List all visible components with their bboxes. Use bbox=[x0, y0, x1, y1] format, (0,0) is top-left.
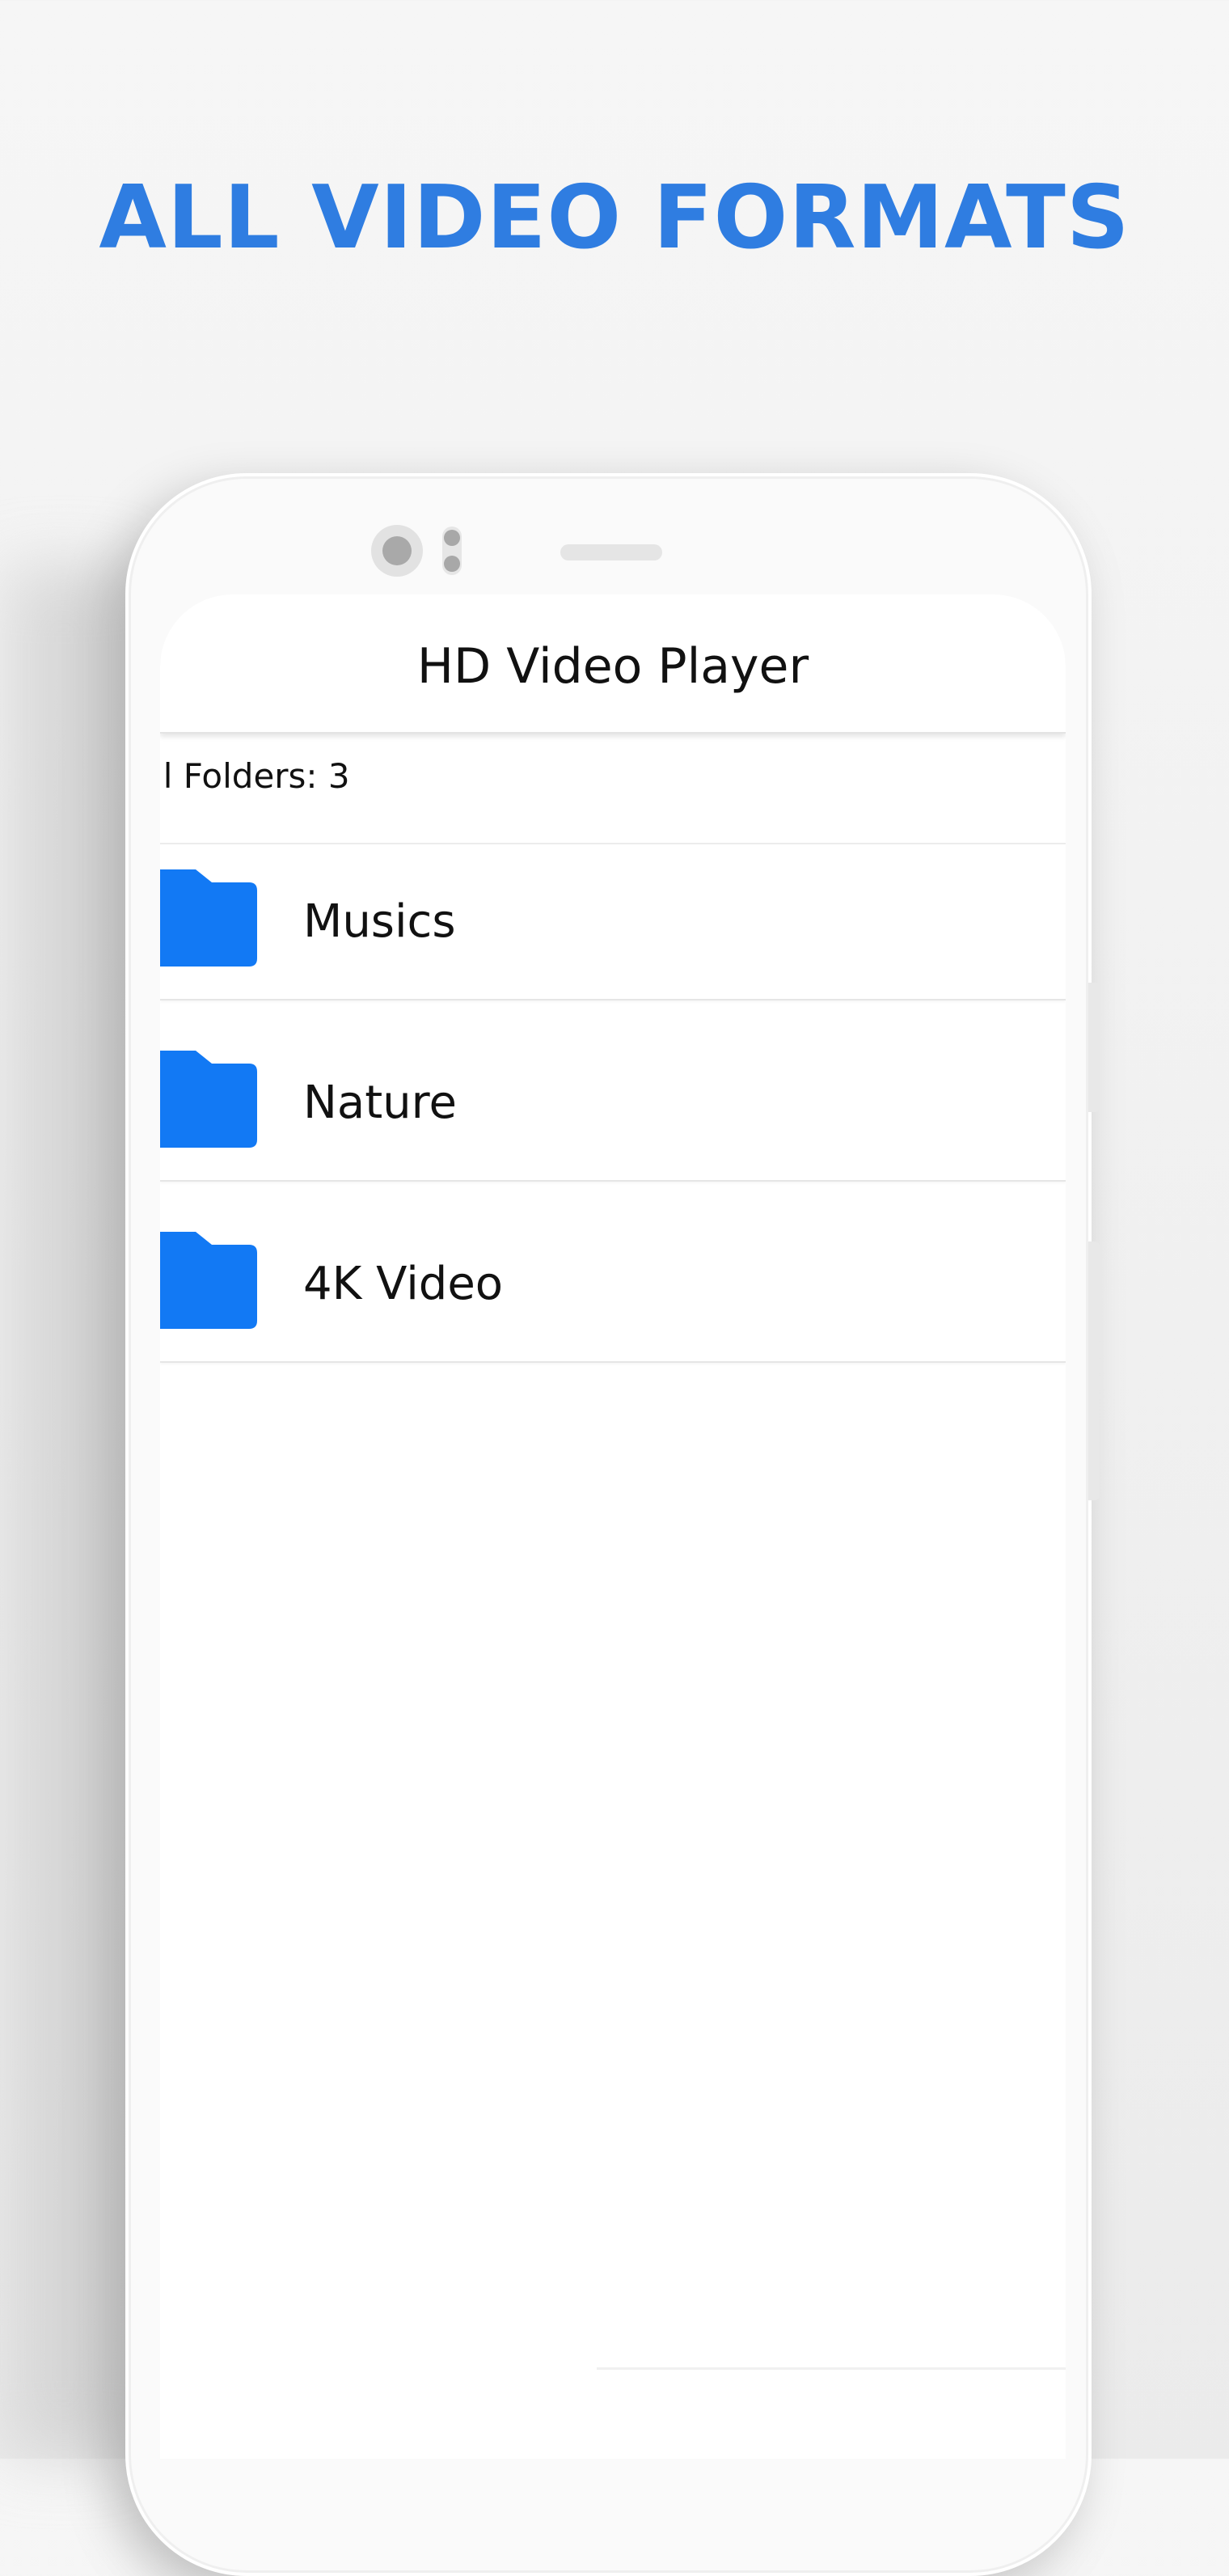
front-camera bbox=[371, 525, 423, 577]
folder-item-musics[interactable]: Musics bbox=[160, 845, 1066, 1000]
app-title: HD Video Player bbox=[416, 638, 809, 695]
bottom-edge-line bbox=[597, 2367, 1066, 2370]
earpiece-speaker bbox=[560, 544, 662, 560]
folder-name: Musics bbox=[303, 895, 456, 948]
proximity-sensor bbox=[442, 527, 462, 575]
folder-name: 4K Video bbox=[303, 1258, 504, 1310]
folder-name: Nature bbox=[303, 1077, 457, 1129]
folder-item-nature[interactable]: Nature bbox=[160, 1026, 1066, 1182]
volume-button bbox=[1088, 983, 1100, 1112]
folder-list: Musics Nature 4K Video bbox=[160, 845, 1066, 1363]
power-button bbox=[1088, 1241, 1100, 1500]
promo-title: ALL VIDEO FORMATS bbox=[99, 167, 1130, 269]
folder-icon bbox=[160, 1232, 257, 1329]
folder-item-4k-video[interactable]: 4K Video bbox=[160, 1208, 1066, 1363]
folder-count-label: al Folders: 3 bbox=[160, 756, 350, 796]
folder-icon bbox=[160, 1051, 257, 1148]
divider bbox=[160, 843, 1066, 844]
folder-icon bbox=[160, 869, 257, 967]
background-shadow bbox=[0, 566, 129, 2459]
app-screen: HD Video Player al Folders: 3 Musics Nat… bbox=[160, 594, 1066, 2459]
app-bar: HD Video Player bbox=[160, 594, 1066, 734]
